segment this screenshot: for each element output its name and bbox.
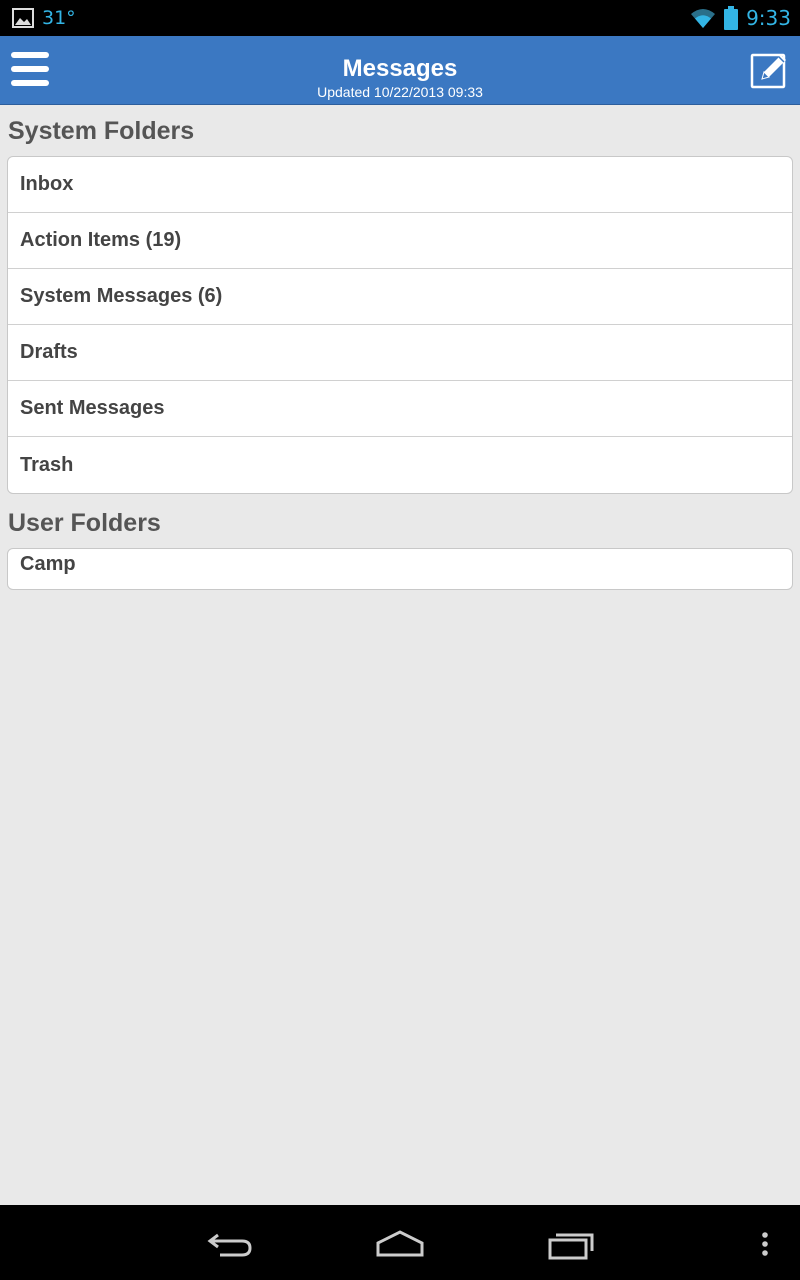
overflow-menu-icon bbox=[762, 1232, 768, 1256]
menu-icon-bar bbox=[11, 66, 49, 72]
back-icon bbox=[207, 1233, 252, 1257]
header-titles: Messages Updated 10/22/2013 09:33 bbox=[150, 54, 650, 100]
image-icon bbox=[12, 8, 34, 28]
folder-inbox[interactable]: Inbox bbox=[8, 157, 792, 213]
folder-camp[interactable]: Camp bbox=[8, 549, 792, 589]
menu-icon-bar bbox=[11, 80, 49, 86]
menu-button[interactable] bbox=[11, 52, 49, 86]
compose-icon bbox=[750, 53, 786, 89]
navigation-bar bbox=[0, 1205, 800, 1280]
wifi-icon bbox=[691, 9, 716, 28]
overflow-menu-button[interactable] bbox=[755, 1223, 775, 1263]
status-right: 9:33 bbox=[690, 4, 791, 32]
folder-trash[interactable]: Trash bbox=[8, 437, 792, 493]
recent-apps-icon bbox=[548, 1233, 594, 1260]
folder-sent-messages[interactable]: Sent Messages bbox=[8, 381, 792, 437]
page-title: Messages bbox=[342, 55, 458, 82]
home-icon bbox=[376, 1230, 424, 1257]
action-bar: Messages Updated 10/22/2013 09:33 bbox=[0, 36, 800, 105]
folder-system-messages[interactable]: System Messages (6) bbox=[8, 269, 792, 325]
battery-icon bbox=[724, 6, 739, 30]
user-folders-list: Camp bbox=[7, 548, 793, 590]
compose-button[interactable] bbox=[750, 49, 790, 89]
clock-text: 9:33 bbox=[746, 6, 791, 30]
status-left: 31° bbox=[12, 5, 76, 31]
system-folders-list: Inbox Action Items (19) System Messages … bbox=[7, 156, 793, 494]
temperature-text: 31° bbox=[42, 7, 76, 29]
recent-apps-button[interactable] bbox=[547, 1223, 595, 1263]
last-updated-text: Updated 10/22/2013 09:33 bbox=[317, 84, 483, 100]
folder-drafts[interactable]: Drafts bbox=[8, 325, 792, 381]
folder-action-items[interactable]: Action Items (19) bbox=[8, 213, 792, 269]
status-bar: 31° 9:33 bbox=[0, 0, 800, 36]
home-button[interactable] bbox=[375, 1223, 425, 1263]
section-title-system-folders: System Folders bbox=[8, 117, 195, 145]
back-button[interactable] bbox=[206, 1223, 254, 1263]
menu-icon bbox=[11, 52, 49, 58]
section-title-user-folders: User Folders bbox=[8, 509, 161, 537]
